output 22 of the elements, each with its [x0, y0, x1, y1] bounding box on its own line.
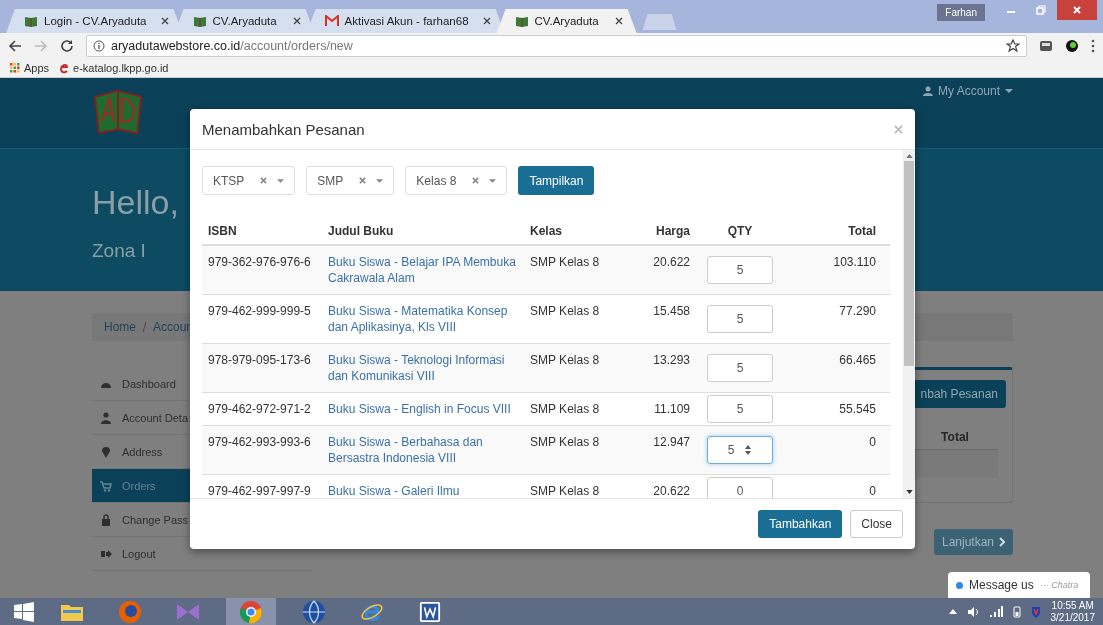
table-cell: 103.110	[784, 245, 890, 295]
greeting-heading: Hello,	[92, 183, 179, 222]
table-cell: SMP Kelas 8	[524, 343, 624, 393]
table-cell: SMP Kelas 8	[524, 245, 624, 295]
table-cell: SMP Kelas 8	[524, 425, 624, 475]
url-text: aryadutawebstore.co.id/account/orders/new	[111, 38, 353, 53]
table-cell: 66.465	[784, 343, 890, 393]
chat-label: Message us	[969, 578, 1034, 592]
table-cell: 0	[784, 474, 890, 498]
table-cell: 12.947	[624, 425, 696, 475]
zone-label: Zona I	[92, 240, 146, 262]
table-cell: 0	[784, 425, 890, 475]
table-cell: 20.622	[624, 474, 696, 498]
table-cell: 979-362-976-976-6	[202, 245, 322, 295]
table-cell: 979-462-993-993-6	[202, 425, 322, 475]
table-cell: SMP Kelas 8	[524, 474, 624, 498]
table-cell: 13.293	[624, 343, 696, 393]
table-cell: 979-462-997-997-9	[202, 474, 322, 498]
table-cell: 978-979-095-173-6	[202, 343, 322, 393]
modal-title: Menambahkan Pesanan	[202, 120, 365, 138]
chat-brand: ··· Chatra	[1039, 580, 1079, 590]
table-cell: 20.622	[624, 245, 696, 295]
